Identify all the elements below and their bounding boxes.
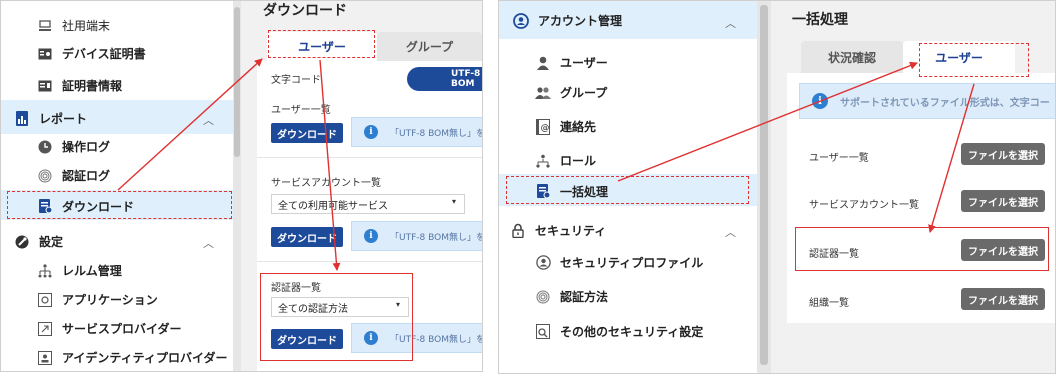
sidebar-item-company-devices[interactable]: 社用端末 <box>37 17 110 34</box>
sidebar-item-contact[interactable]: @ 連絡先 <box>535 118 596 135</box>
chevron-up-icon[interactable]: ︿ <box>725 15 736 31</box>
sidebar-item-device-certificate[interactable]: デバイス証明書 <box>37 45 146 62</box>
sidebar-item-application[interactable]: アプリケーション <box>37 291 158 308</box>
lock-icon <box>510 223 526 239</box>
authenticator-section-highlight <box>260 273 413 361</box>
sidebar-item-identity-provider[interactable]: アイデンティティプロバイダー <box>37 349 227 366</box>
service-account-label: サービスアカウント一覧 <box>809 200 919 211</box>
organization-label: 組織一覧 <box>809 298 849 309</box>
sidebar-section-security[interactable]: セキュリティ <box>510 222 606 239</box>
sidebar-item-user[interactable]: ユーザー <box>535 54 608 71</box>
sidebar-item-security-profile[interactable]: セキュリティプロファイル <box>535 254 703 271</box>
other-security-icon <box>535 324 551 340</box>
service-account-download-button[interactable]: ダウンロード <box>271 227 343 247</box>
encoding-selector[interactable]: UTF-8 BOM <box>407 67 482 91</box>
user-list-info-box: i 「UTF-8 BOM無し」を <box>351 117 482 147</box>
caret-down-icon: ▾ <box>451 197 456 206</box>
report-icon <box>14 111 30 127</box>
sidebar-section-settings[interactable]: 設定 <box>14 233 63 250</box>
service-account-file-button[interactable]: ファイルを選択 <box>961 190 1045 212</box>
supported-format-info: i サポートされているファイル形式は、文字コー <box>799 83 1055 119</box>
svg-text:@: @ <box>541 123 550 133</box>
right-screenshot-panel: アカウント管理 ︿ ユーザー グループ @ 連絡先 ロール 一括処理 セキュリテ… <box>498 0 1056 374</box>
left-screenshot-panel: 社用端末 デバイス証明書 証明書情報 レポート ︿ 操作ログ 認証ログ ダウンロ… <box>0 0 483 372</box>
sidebar-item-service-provider[interactable]: サービスプロバイダー <box>37 320 182 337</box>
realm-icon <box>37 263 53 279</box>
encoding-label: 文字コード <box>271 75 321 86</box>
device-icon <box>37 18 53 34</box>
tab-group[interactable]: グループ <box>377 32 482 61</box>
clock-icon <box>37 139 53 155</box>
info-icon: i <box>364 125 378 139</box>
service-account-label: サービスアカウント一覧 <box>271 178 381 189</box>
sidebar-section-report[interactable]: レポート <box>14 110 87 127</box>
security-profile-icon <box>535 255 551 271</box>
info-icon: i <box>812 93 828 109</box>
user-tab-dashed-highlight <box>919 43 1029 77</box>
sidebar-item-auth-log[interactable]: 認証ログ <box>37 167 110 184</box>
page-title: ダウンロード <box>263 3 347 19</box>
service-select[interactable]: 全ての利用可能サービス ▾ <box>271 194 465 214</box>
bulk-content: i サポートされているファイル形式は、文字コー ユーザー一覧 ファイルを選択 サー… <box>787 73 1055 323</box>
sidebar-item-certificate-info[interactable]: 証明書情報 <box>37 77 122 94</box>
user-list-label: ユーザー一覧 <box>271 105 331 116</box>
group-icon <box>535 85 551 101</box>
bulk-item-dashed-highlight <box>506 176 749 204</box>
organization-file-button[interactable]: ファイルを選択 <box>961 288 1045 310</box>
sidebar-item-operation-log[interactable]: 操作ログ <box>37 138 110 155</box>
role-icon <box>535 153 551 169</box>
chevron-up-icon[interactable]: ︿ <box>203 235 214 251</box>
divider <box>257 157 482 158</box>
identity-provider-icon <box>37 350 53 366</box>
right-sidebar: アカウント管理 ︿ ユーザー グループ @ 連絡先 ロール 一括処理 セキュリテ… <box>499 1 757 373</box>
sidebar-item-group[interactable]: グループ <box>535 84 607 101</box>
sidebar-section-account-management[interactable]: アカウント管理 <box>513 12 622 29</box>
application-icon <box>37 292 53 308</box>
tab-status-check[interactable]: 状況確認 <box>801 41 903 73</box>
sidebar-item-realm-management[interactable]: レルム管理 <box>37 262 122 279</box>
account-icon <box>513 12 529 29</box>
device-certificate-icon <box>37 46 53 62</box>
info-icon: i <box>364 229 378 243</box>
download-item-dashed-highlight <box>7 191 232 219</box>
right-main-area: 一括処理 状況確認 ユーザー i サポートされているファイル形式は、文字コー ユー… <box>771 1 1055 373</box>
sidebar-item-role[interactable]: ロール <box>535 152 596 169</box>
sidebar-item-other-security-settings[interactable]: その他のセキュリティ設定 <box>535 323 703 340</box>
chevron-up-icon[interactable]: ︿ <box>725 224 736 240</box>
scrollbar-thumb[interactable] <box>234 7 240 157</box>
left-sidebar: 社用端末 デバイス証明書 証明書情報 レポート ︿ 操作ログ 認証ログ ダウンロ… <box>1 1 233 371</box>
sidebar-item-auth-method[interactable]: 認証方法 <box>535 288 608 305</box>
left-main-area: ダウンロード ユーザー グループ 文字コード UTF-8 BOM ユーザー一覧 … <box>241 1 482 371</box>
page-title: 一括処理 <box>792 12 848 28</box>
user-list-download-button[interactable]: ダウンロード <box>271 123 343 143</box>
divider <box>257 261 482 262</box>
sidebar-scrollbar[interactable] <box>233 1 241 371</box>
fingerprint-icon <box>535 289 551 305</box>
certificate-info-icon <box>37 78 53 94</box>
contact-icon: @ <box>535 118 551 135</box>
fingerprint-icon <box>37 168 53 184</box>
user-tab-dashed-highlight <box>268 30 375 58</box>
service-account-info-box: i 「UTF-8 BOM無し」を <box>351 221 482 251</box>
settings-icon <box>14 234 30 250</box>
authenticator-row-highlight <box>795 227 1049 271</box>
user-icon <box>535 55 551 71</box>
chevron-up-icon[interactable]: ︿ <box>203 112 214 128</box>
scrollbar-thumb[interactable] <box>760 5 768 365</box>
sidebar-scrollbar[interactable] <box>757 1 771 373</box>
user-list-file-button[interactable]: ファイルを選択 <box>961 143 1045 165</box>
service-provider-icon <box>37 321 53 337</box>
user-list-label: ユーザー一覧 <box>809 153 869 164</box>
